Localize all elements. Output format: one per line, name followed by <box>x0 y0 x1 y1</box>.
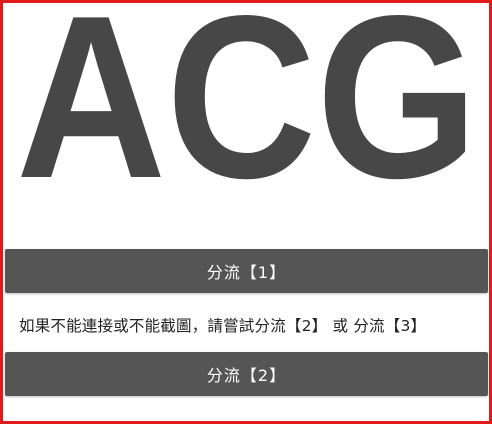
notice-text: 如果不能連接或不能截圖，請嘗試 <box>19 317 255 335</box>
acg-logo: ACG <box>16 5 478 187</box>
mirror-2-button[interactable]: 分流【2】 <box>5 352 488 396</box>
mirror-3-link[interactable]: 分流【3】 <box>353 317 426 335</box>
page-frame: ACG 分流【1】 如果不能連接或不能截圖，請嘗試分流【2】 或 分流【3】 分… <box>0 0 492 424</box>
acg-logo-text: ACG <box>16 5 478 187</box>
connection-notice: 如果不能連接或不能截圖，請嘗試分流【2】 或 分流【3】 <box>19 314 489 336</box>
mirror-1-button[interactable]: 分流【1】 <box>5 249 488 293</box>
notice-separator: 或 <box>327 317 354 335</box>
mirror-2-link[interactable]: 分流【2】 <box>255 317 328 335</box>
